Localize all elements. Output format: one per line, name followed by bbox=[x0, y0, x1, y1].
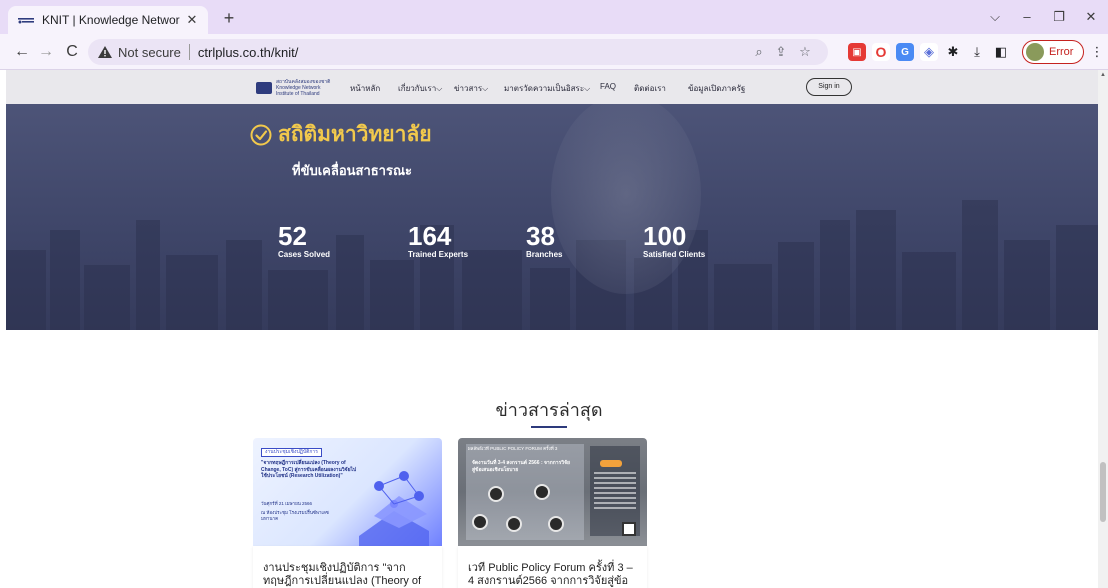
menu-kebab-icon[interactable]: ⋮ bbox=[1088, 43, 1106, 61]
hero-heading: สถิติมหาวิทยาลัย bbox=[250, 118, 432, 151]
hero-title: สถิติมหาวิทยาลัย bbox=[278, 123, 432, 146]
check-circle-icon bbox=[250, 124, 272, 145]
download-icon[interactable]: ⤓ bbox=[968, 43, 986, 61]
forward-arrow-icon[interactable]: → bbox=[36, 42, 56, 62]
extension-record-icon[interactable]: ▣ bbox=[848, 43, 866, 61]
site-navbar: สถาบันคลังสมองของชาติ Knowledge Network … bbox=[6, 70, 1098, 104]
card-image-date: วันศุกร์ที่ 21 เมษายน 2566 bbox=[261, 501, 313, 506]
speaker-photo bbox=[506, 516, 522, 532]
stat-label: Trained Experts bbox=[408, 250, 469, 259]
reload-icon[interactable]: C bbox=[62, 42, 82, 62]
scroll-up-arrow-icon[interactable]: ▲ bbox=[1100, 72, 1106, 78]
url-text[interactable]: ctrlplus.co.th/knit/ bbox=[198, 45, 298, 60]
address-separator bbox=[188, 44, 190, 60]
not-secure-label: Not secure bbox=[118, 44, 181, 60]
stat-branches: 38 Branches bbox=[526, 222, 562, 259]
browser-tab[interactable]: KNIT | Knowledge Network Institu ✕ bbox=[8, 6, 208, 34]
tab-search-chevron-icon[interactable]: ⌵ bbox=[984, 6, 1006, 28]
close-tab-icon[interactable]: ✕ bbox=[184, 12, 200, 28]
card-image-pill bbox=[600, 460, 622, 467]
card-tag: งานประชุมเชิงปฏิบัติการ bbox=[261, 448, 322, 457]
hero-subtitle: ที่ขับเคลื่อนสาธารณะ bbox=[292, 163, 413, 178]
not-secure-warning-icon[interactable] bbox=[98, 45, 112, 59]
stat-trained-experts: 164 Trained Experts bbox=[408, 222, 468, 259]
network-illustration bbox=[359, 471, 429, 546]
nav-faq[interactable]: FAQ bbox=[600, 82, 616, 91]
opera-extension-icon[interactable]: O bbox=[872, 43, 890, 61]
card-image-location: ณ ห้องประชุม โรงแรมปริ้นซ์พาเลซ มหานาค bbox=[261, 510, 329, 521]
nav-news[interactable]: ข่าวสาร⌵ bbox=[454, 82, 488, 95]
stat-value: 164 bbox=[408, 221, 452, 251]
news-card-image[interactable]: งานประชุมเชิงปฏิบัติการ "จากทฤษฎีการเปลี… bbox=[253, 438, 442, 546]
stat-label: Satisfied Clients bbox=[643, 250, 706, 259]
scrollbar-thumb[interactable] bbox=[1100, 462, 1106, 522]
nav-open-data[interactable]: ข้อมูลเปิดภาครัฐ bbox=[688, 82, 745, 95]
logo-text: สถาบันคลังสมองของชาติ Knowledge Network … bbox=[276, 79, 331, 97]
news-section-heading: ข่าวสารล่าสุด bbox=[495, 400, 603, 420]
stat-value: 52 bbox=[278, 221, 307, 251]
bookmark-star-icon[interactable]: ☆ bbox=[796, 43, 814, 61]
tab-title: KNIT | Knowledge Network Institu bbox=[42, 13, 180, 27]
page-viewport: สถาบันคลังสมองของชาติ Knowledge Network … bbox=[0, 70, 1098, 588]
stat-value: 100 bbox=[643, 221, 687, 251]
stat-label: Branches bbox=[526, 250, 563, 259]
side-panel-icon[interactable]: ◧ bbox=[992, 43, 1010, 61]
stat-satisfied-clients: 100 Satisfied Clients bbox=[643, 222, 705, 259]
share-icon[interactable]: ⇪ bbox=[772, 43, 790, 61]
site-logo[interactable]: สถาบันคลังสมองของชาติ Knowledge Network … bbox=[256, 79, 332, 97]
address-bar[interactable]: Not secure ctrlplus.co.th/knit/ bbox=[88, 39, 828, 65]
page-scrollbar[interactable]: ▲ bbox=[1098, 70, 1108, 588]
back-arrow-icon[interactable]: ← bbox=[12, 42, 32, 62]
vpn-extension-icon[interactable]: ◈ bbox=[920, 43, 938, 61]
nav-contact[interactable]: ติดต่อเรา bbox=[634, 82, 666, 95]
speaker-photo bbox=[488, 486, 504, 502]
window-close-icon[interactable]: ✕ bbox=[1080, 6, 1102, 28]
speaker-photo bbox=[472, 514, 488, 530]
sign-in-button[interactable]: Sign in bbox=[806, 78, 852, 96]
hero-banner: สถิติมหาวิทยาลัย ที่ขับเคลื่อนสาธารณะ 52… bbox=[6, 104, 1098, 330]
profile-error-label: Error bbox=[1049, 46, 1074, 58]
profile-avatar bbox=[1026, 43, 1044, 61]
browser-toolbar: ← → C Not secure ctrlplus.co.th/knit/ ⌕ … bbox=[0, 34, 1108, 70]
news-card[interactable]: งานประชุมเชิงปฏิบัติการ "จากทฤษฎีการเปลี… bbox=[253, 546, 442, 588]
heading-underline bbox=[531, 426, 567, 428]
news-card-title[interactable]: เวที Public Policy Forum ครั้งที่ 3 – 4 … bbox=[468, 562, 638, 588]
zoom-icon[interactable]: ⌕ bbox=[750, 43, 768, 61]
tab-strip: KNIT | Knowledge Network Institu ✕ + ⌵ –… bbox=[0, 0, 1108, 34]
extensions-puzzle-icon[interactable]: ✱ bbox=[944, 43, 962, 61]
qr-code-icon bbox=[622, 522, 636, 536]
site-favicon-icon bbox=[18, 12, 34, 28]
card-image-text-lines bbox=[594, 472, 636, 512]
card-image-headline: จัดงานวันที่ 3-4 สงกรานต์ 2566 : จากการว… bbox=[472, 460, 570, 473]
nav-about[interactable]: เกี่ยวกับเรา⌵ bbox=[398, 82, 442, 95]
stat-cases-solved: 52 Cases Solved bbox=[278, 222, 330, 259]
nav-independence-index[interactable]: มาตรวัดความเป็นอิสระ⌵ bbox=[504, 82, 590, 95]
stat-label: Cases Solved bbox=[278, 250, 331, 259]
news-card-title[interactable]: งานประชุมเชิงปฏิบัติการ "จากทฤษฎีการเปลี… bbox=[263, 562, 433, 588]
news-card[interactable]: เวที Public Policy Forum ครั้งที่ 3 – 4 … bbox=[458, 546, 647, 588]
translate-extension-icon[interactable]: G bbox=[896, 43, 914, 61]
knit-logo-icon bbox=[256, 82, 272, 94]
news-card-image[interactable]: ผลลัพธ์เวที PUBLIC POLICY FORUM ครั้งที่… bbox=[458, 438, 647, 546]
restore-icon[interactable]: ❐ bbox=[1048, 6, 1070, 28]
stat-value: 38 bbox=[526, 221, 555, 251]
nav-home[interactable]: หน้าหลัก bbox=[350, 82, 380, 95]
new-tab-icon[interactable]: + bbox=[218, 8, 240, 30]
minimize-icon[interactable]: – bbox=[1016, 6, 1038, 28]
card-image-text: "จากทฤษฎีการเปลี่ยนแปลง (Theory of Chang… bbox=[261, 460, 357, 479]
speaker-photo bbox=[534, 484, 550, 500]
profile-error-button[interactable]: Error bbox=[1022, 40, 1084, 64]
speaker-photo bbox=[548, 516, 564, 532]
card-image-banner: ผลลัพธ์เวที PUBLIC POLICY FORUM ครั้งที่… bbox=[468, 446, 558, 451]
